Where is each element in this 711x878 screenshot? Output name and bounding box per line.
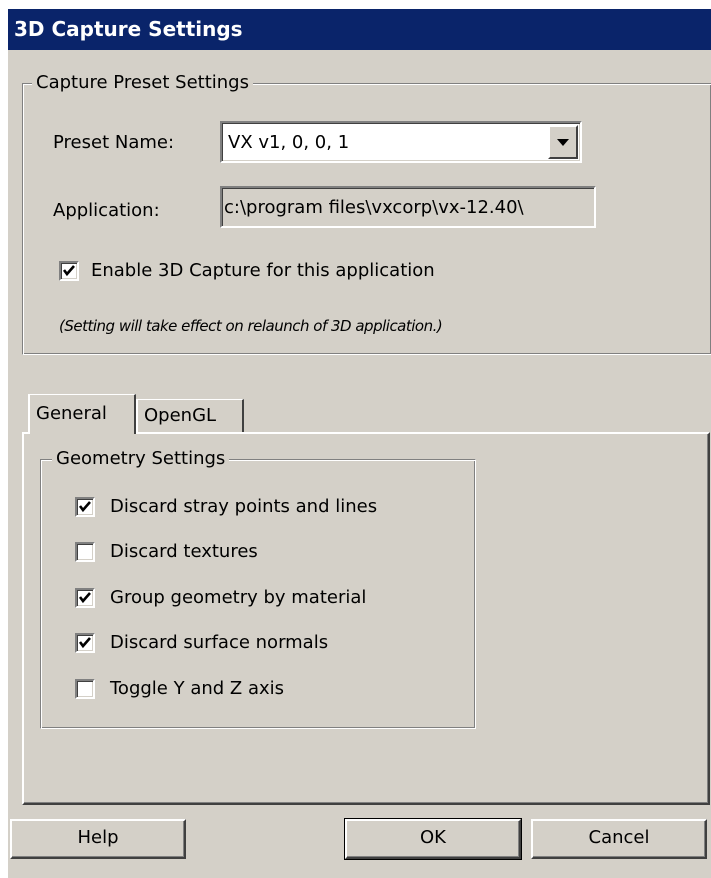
discard-stray-points-label[interactable]: Discard stray points and lines: [110, 496, 377, 518]
discard-textures-label[interactable]: Discard textures: [110, 541, 258, 563]
window-title: 3D Capture Settings: [14, 17, 243, 41]
capture-settings-dialog: 3D Capture Settings Capture Preset Setti…: [8, 9, 711, 878]
discard-stray-points-checkbox[interactable]: [75, 497, 95, 517]
chevron-down-icon: [557, 139, 569, 146]
group-by-material-label[interactable]: Group geometry by material: [110, 587, 366, 609]
tab-general-label: General: [36, 403, 107, 424]
enable-capture-checkbox[interactable]: [59, 261, 79, 281]
group-by-material-checkbox[interactable]: [75, 588, 95, 608]
enable-capture-label[interactable]: Enable 3D Capture for this application: [91, 260, 435, 282]
application-label: Application:: [53, 200, 160, 221]
tab-general[interactable]: General: [28, 394, 136, 434]
discard-textures-checkbox[interactable]: [75, 542, 95, 562]
help-button[interactable]: Help: [10, 819, 186, 859]
preset-name-label: Preset Name:: [53, 132, 175, 153]
cancel-button[interactable]: Cancel: [531, 819, 707, 859]
relaunch-note: (Setting will take effect on relaunch of…: [59, 317, 443, 335]
toggle-yz-axis-label[interactable]: Toggle Y and Z axis: [110, 678, 284, 700]
checkmark-icon: [62, 265, 75, 277]
ok-button[interactable]: OK: [344, 818, 522, 860]
application-value: c:\program files\vxcorp\vx-12.40\: [224, 197, 524, 218]
title-bar[interactable]: 3D Capture Settings: [8, 9, 711, 50]
geometry-settings-legend: Geometry Settings: [52, 448, 230, 470]
tab-opengl[interactable]: OpenGL: [136, 399, 244, 432]
checkmark-icon: [78, 592, 91, 604]
checkmark-icon: [78, 637, 91, 649]
application-field[interactable]: c:\program files\vxcorp\vx-12.40\: [220, 186, 596, 228]
capture-preset-legend: Capture Preset Settings: [32, 72, 253, 94]
discard-surface-normals-checkbox[interactable]: [75, 633, 95, 653]
preset-name-value: VX v1, 0, 0, 1: [228, 132, 350, 153]
checkmark-icon: [78, 501, 91, 513]
discard-surface-normals-label[interactable]: Discard surface normals: [110, 632, 328, 654]
toggle-yz-axis-checkbox[interactable]: [75, 679, 95, 699]
dropdown-button[interactable]: [548, 125, 578, 159]
tab-opengl-label: OpenGL: [144, 405, 217, 426]
preset-name-dropdown[interactable]: VX v1, 0, 0, 1: [220, 121, 582, 163]
